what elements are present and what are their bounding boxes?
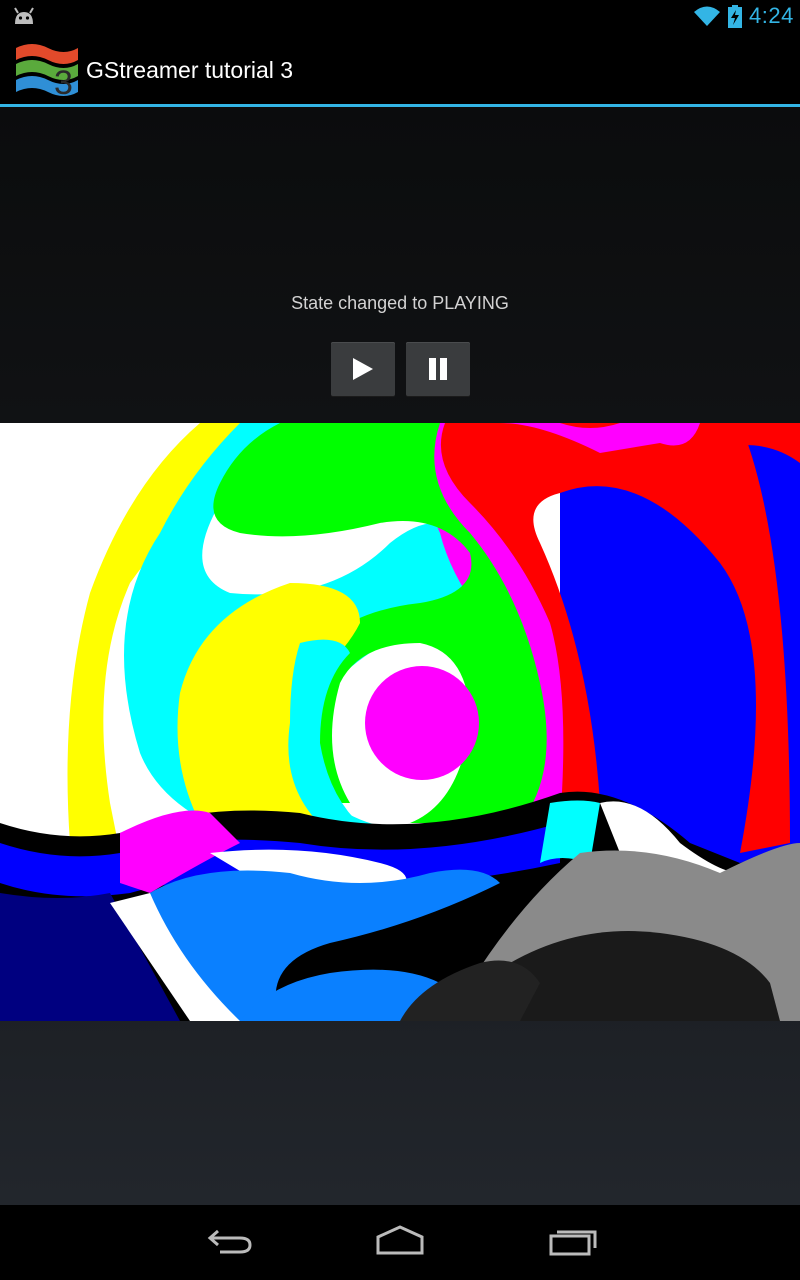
state-message: State changed to PLAYING <box>291 293 509 313</box>
recent-apps-icon[interactable] <box>547 1223 599 1263</box>
android-debug-icon <box>12 6 36 30</box>
app-logo-icon[interactable]: 3 <box>14 38 80 106</box>
action-bar: 3 GStreamer tutorial 3 <box>0 33 800 104</box>
app-title: GStreamer tutorial 3 <box>86 57 294 83</box>
play-icon <box>353 358 373 380</box>
battery-charging-icon <box>727 5 743 33</box>
status-bar: 4:24 <box>0 0 800 33</box>
home-icon[interactable] <box>374 1223 426 1263</box>
pause-icon <box>429 358 447 380</box>
wifi-icon <box>693 5 721 31</box>
play-button[interactable] <box>331 342 395 396</box>
svg-text:3: 3 <box>54 64 73 102</box>
navigation-bar <box>0 1205 800 1280</box>
video-surface[interactable] <box>0 423 800 1021</box>
status-clock: 4:24 <box>749 3 794 28</box>
pause-button[interactable] <box>406 342 470 396</box>
video-frame <box>0 423 800 1021</box>
back-icon[interactable] <box>206 1223 254 1263</box>
